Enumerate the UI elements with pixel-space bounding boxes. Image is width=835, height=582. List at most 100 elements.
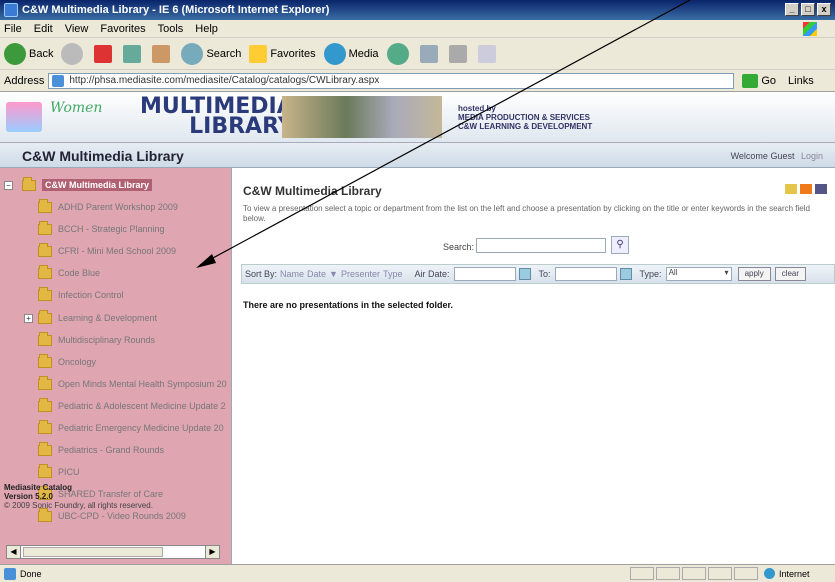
favorites-button[interactable]: Favorites <box>249 44 316 63</box>
collapse-icon[interactable]: − <box>4 181 13 190</box>
calendar-icon[interactable] <box>518 268 531 280</box>
sort-desc-icon[interactable]: ▼ <box>329 269 338 279</box>
tree-item[interactable]: Learning & Development <box>38 309 157 325</box>
rss-icon[interactable] <box>800 184 812 194</box>
tree-root[interactable]: C&W Multimedia Library <box>22 176 153 192</box>
tree-item[interactable]: Pediatrics - Grand Rounds <box>38 441 164 457</box>
link-icon[interactable] <box>815 184 827 194</box>
email-icon[interactable] <box>785 184 797 194</box>
magnifier-icon <box>181 42 204 65</box>
air-date-label: Air Date: <box>414 269 450 279</box>
tree-item[interactable]: Open Minds Mental Health Symposium 20 <box>38 375 227 391</box>
refresh-button[interactable] <box>123 44 144 63</box>
folder-icon <box>38 463 52 478</box>
forward-button[interactable] <box>61 42 86 65</box>
site-banner: Women MULTIMEDIA LIBRARY hosted by MEDIA… <box>0 92 835 143</box>
search-button[interactable]: Search <box>181 42 242 65</box>
sort-name-link[interactable]: Name <box>280 269 304 279</box>
tree-item-label: Infection Control <box>58 290 124 300</box>
air-date-to-input[interactable] <box>554 267 617 281</box>
edit-button[interactable] <box>477 44 499 63</box>
sort-presenter-link[interactable]: Presenter <box>341 269 380 279</box>
folder-icon <box>38 507 52 522</box>
windows-logo-icon <box>803 22 817 36</box>
window-title: C&W Multimedia Library - IE 6 (Microsoft… <box>22 4 330 16</box>
tree-item[interactable]: ADHD Parent Workshop 2009 <box>38 198 178 214</box>
hosted-line2: MEDIA PRODUCTION & SERVICES <box>458 113 591 122</box>
search-label: Search <box>206 47 242 60</box>
folder-icon <box>38 286 52 301</box>
tree-item[interactable]: Oncology <box>38 353 97 369</box>
search-go-icon[interactable]: ⚲ <box>611 236 629 254</box>
tree-item[interactable]: UBC-CPD - Video Rounds 2009 <box>38 507 186 523</box>
menu-edit[interactable]: Edit <box>34 23 53 35</box>
address-bar: Address http://phsa.mediasite.com/medias… <box>0 70 835 92</box>
stop-button[interactable] <box>94 44 115 63</box>
sort-date-link[interactable]: Date <box>307 269 326 279</box>
go-arrow-icon <box>742 73 759 88</box>
folder-icon <box>38 441 52 456</box>
type-select[interactable]: All <box>665 267 732 281</box>
to-label: To: <box>538 269 551 279</box>
tree-item[interactable]: Pediatric & Adolescent Medicine Update 2 <box>38 397 226 413</box>
expand-icon[interactable]: + <box>24 314 33 323</box>
minimize-button[interactable]: _ <box>785 3 799 16</box>
tree-item[interactable]: CFRI - Mini Med School 2009 <box>38 242 176 258</box>
menu-help[interactable]: Help <box>195 23 218 35</box>
tree-item-label: Code Blue <box>58 268 101 278</box>
back-button[interactable]: Back <box>4 42 53 65</box>
apply-button[interactable]: apply <box>737 267 771 281</box>
login-link[interactable]: Login <box>801 151 823 161</box>
menu-file[interactable]: File <box>4 23 22 35</box>
folder-icon <box>38 375 52 390</box>
back-arrow-icon <box>4 42 26 65</box>
tree-item[interactable]: Pediatric Emergency Medicine Update 20 <box>38 419 224 435</box>
home-button[interactable] <box>152 44 173 63</box>
status-bar: Done Internet <box>0 564 835 582</box>
maximize-button[interactable]: □ <box>801 3 815 16</box>
menu-favorites[interactable]: Favorites <box>100 23 145 35</box>
folder-icon <box>38 419 52 434</box>
content-description: To view a presentation select a topic or… <box>243 204 810 223</box>
folder-icon <box>38 353 52 368</box>
tree-item[interactable]: BCCH - Strategic Planning <box>38 220 165 236</box>
folder-icon <box>38 220 52 235</box>
menu-view[interactable]: View <box>65 23 89 35</box>
page-done-icon <box>4 567 16 580</box>
welcome-area: Welcome Guest Login <box>731 151 823 161</box>
history-button[interactable] <box>386 42 412 65</box>
tree-item[interactable]: Infection Control <box>38 286 124 302</box>
tree-item[interactable]: PICU <box>38 463 80 479</box>
print-button[interactable] <box>448 44 470 63</box>
sort-type-link[interactable]: Type <box>383 269 403 279</box>
window-controls: _ □ x <box>785 3 831 16</box>
hospital-logo-icon <box>6 102 42 132</box>
tree-item-label: Oncology <box>58 357 97 367</box>
folder-icon <box>38 264 52 279</box>
scroll-thumb[interactable] <box>23 547 163 557</box>
address-input[interactable]: http://phsa.mediasite.com/mediasite/Cata… <box>48 72 735 89</box>
tree-root-label: C&W Multimedia Library <box>42 179 153 191</box>
brand-name: Women <box>50 100 103 116</box>
tree-item[interactable]: Multidisciplinary Rounds <box>38 331 155 347</box>
mail-button[interactable] <box>419 44 441 63</box>
media-button[interactable]: Media <box>323 42 379 65</box>
refresh-icon <box>123 44 142 63</box>
tree-item[interactable]: Code Blue <box>38 264 101 280</box>
sidebar-scrollbar[interactable]: ◀ ▶ <box>6 545 220 559</box>
air-date-from-input[interactable] <box>453 267 516 281</box>
tree-item-label: BCCH - Strategic Planning <box>58 224 165 234</box>
menu-tools[interactable]: Tools <box>158 23 184 35</box>
media-label: Media <box>348 47 379 60</box>
page-title: C&W Multimedia Library <box>22 148 184 164</box>
close-button[interactable]: x <box>817 3 831 16</box>
address-url: http://phsa.mediasite.com/mediasite/Cata… <box>69 75 380 86</box>
links-button[interactable]: Links <box>788 75 814 87</box>
scroll-right-icon[interactable]: ▶ <box>205 546 219 558</box>
search-input[interactable] <box>476 238 606 253</box>
calendar-icon[interactable] <box>619 268 632 280</box>
clear-button[interactable]: clear <box>774 267 807 281</box>
hosted-by: hosted by MEDIA PRODUCTION & SERVICES C&… <box>458 104 592 131</box>
scroll-left-icon[interactable]: ◀ <box>7 546 21 558</box>
go-button[interactable]: Go <box>742 73 776 88</box>
